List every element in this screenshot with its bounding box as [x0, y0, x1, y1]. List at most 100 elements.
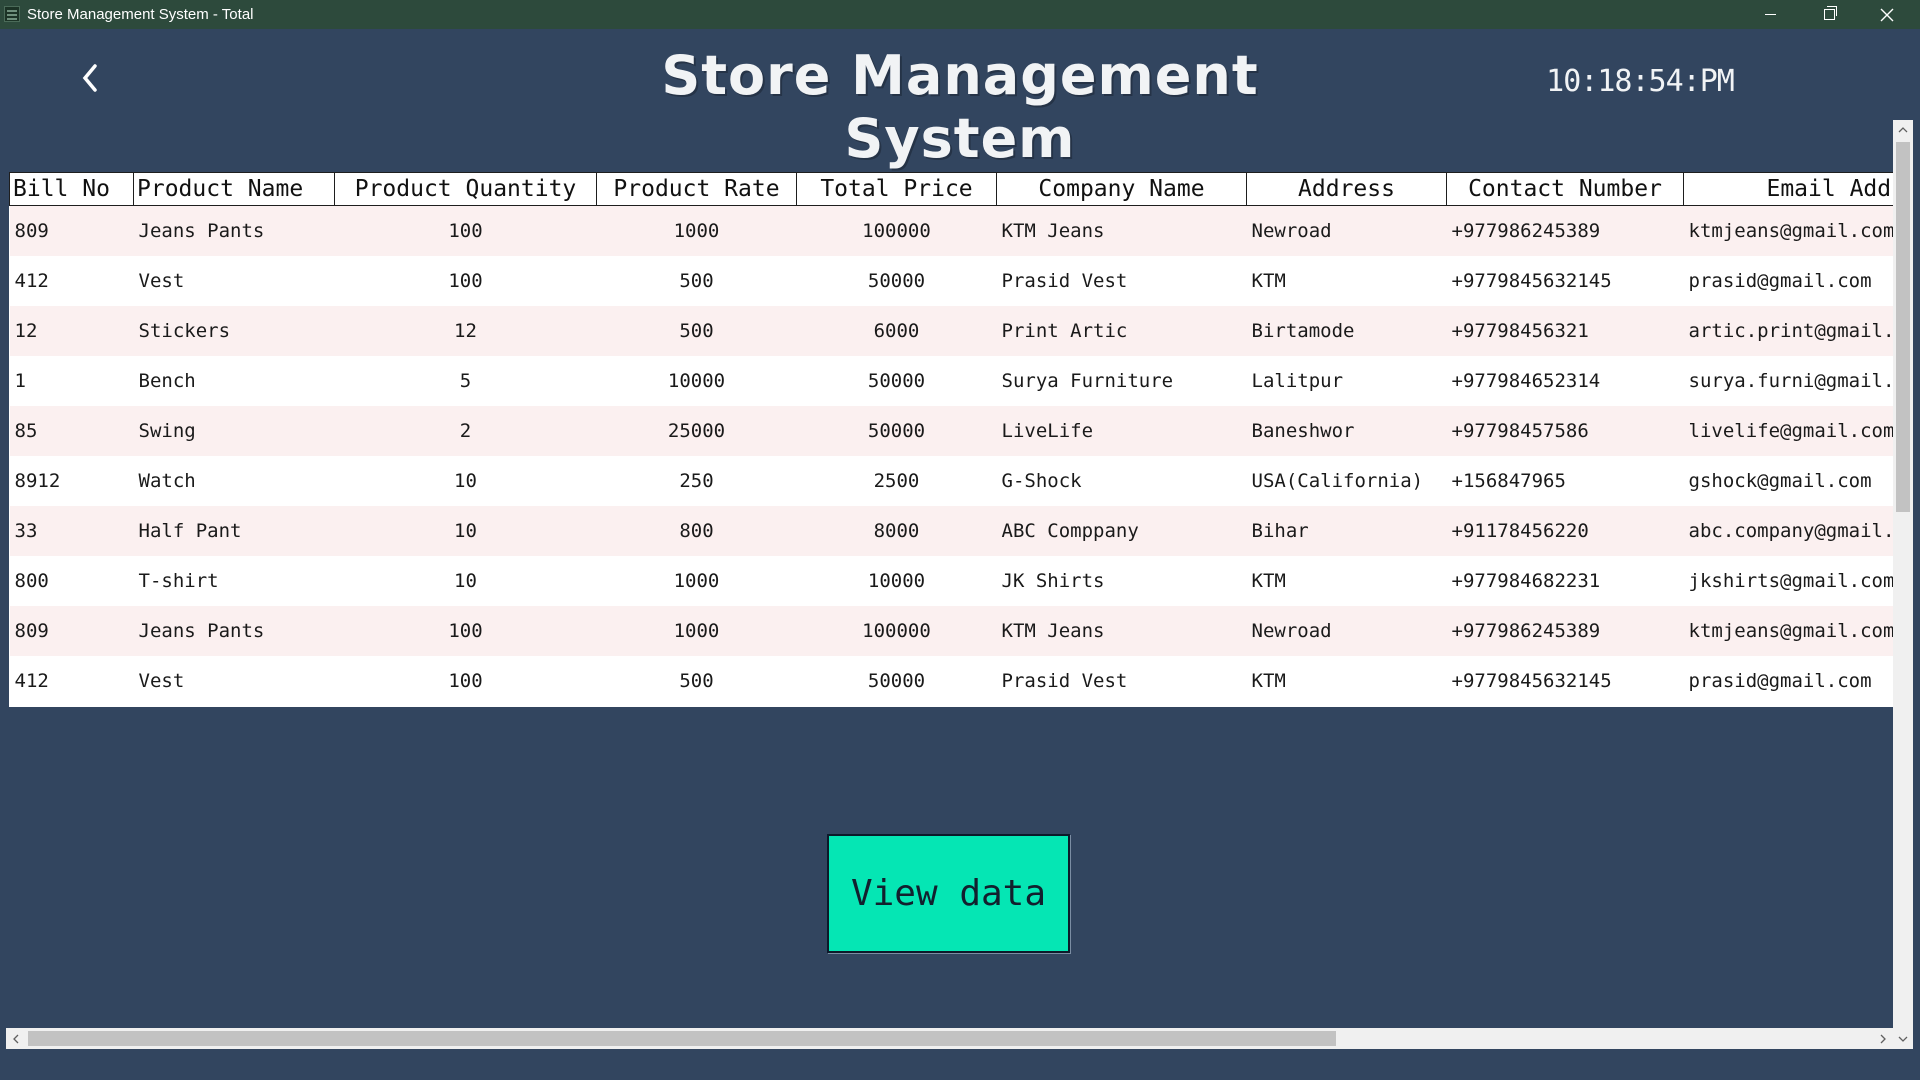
table-cell: Swing [133, 406, 335, 456]
horizontal-scroll-thumb[interactable] [28, 1031, 1336, 1046]
column-header[interactable]: Address [1246, 172, 1447, 206]
table-cell: 10000 [796, 556, 997, 606]
maximize-button[interactable] [1800, 0, 1858, 29]
table-cell: 50000 [796, 656, 997, 706]
table-cell: ktmjeans@gmail.com [1683, 205, 1893, 256]
table-row[interactable]: 412 Vest 100 500 50000 Prasid Vest KTM +9779845… [9, 256, 1893, 306]
table-cell: Prasid Vest [996, 256, 1247, 306]
table-row[interactable]: 85 Swing 2 25000 50000 LiveLife Baneshwor +9779… [9, 406, 1893, 456]
table-cell: 1000 [596, 556, 797, 606]
table-cell: 85 [9, 406, 134, 456]
view-data-button[interactable]: View data [827, 834, 1070, 953]
table-row[interactable]: 809 Jeans Pants 100 1000 100000 KTM Jeans Newr… [9, 606, 1893, 656]
back-button[interactable] [70, 58, 110, 98]
table-cell: 50000 [796, 406, 997, 456]
table-cell: 100000 [796, 606, 997, 656]
table-row[interactable]: 800 T-shirt 10 1000 10000 JK Shirts KTM +977984… [9, 556, 1893, 606]
column-header[interactable]: Total Price [796, 172, 997, 206]
table-cell: KTM [1246, 556, 1447, 606]
table-cell: 10 [334, 556, 597, 606]
vertical-scrollbar[interactable] [1893, 120, 1913, 1049]
close-icon [1880, 8, 1894, 21]
scroll-up-button[interactable] [1893, 120, 1913, 140]
table-cell: 1000 [596, 606, 797, 656]
scroll-right-button[interactable] [1873, 1028, 1893, 1049]
chevron-up-icon [1898, 127, 1908, 133]
records-table-container: Bill No Product Name Product Quantity Produ… [9, 172, 1893, 707]
table-cell: surya.furni@gmail.com [1683, 356, 1893, 406]
table-cell: Jeans Pants [133, 205, 335, 256]
column-header[interactable]: Company Name [996, 172, 1247, 206]
table-cell: Baneshwor [1246, 406, 1447, 456]
table-row[interactable]: 809 Jeans Pants 100 1000 100000 KTM Jeans Newr… [9, 205, 1893, 256]
table-row[interactable]: 412 Vest 100 500 50000 Prasid Vest KTM +9779845… [9, 656, 1893, 706]
table-row[interactable]: 1 Bench 5 10000 50000 Surya Furniture Lalitpur… [9, 356, 1893, 406]
table-cell: 10 [334, 456, 597, 506]
table-cell: Half Pant [133, 506, 335, 556]
table-cell: 12 [9, 306, 134, 356]
table-cell: gshock@gmail.com [1683, 456, 1893, 506]
table-cell: artic.print@gmail.com [1683, 306, 1893, 356]
table-cell: +977984652314 [1446, 356, 1684, 406]
table-cell: Stickers [133, 306, 335, 356]
table-cell: 33 [9, 506, 134, 556]
chevron-left-icon [82, 64, 97, 92]
table-cell: 100 [334, 606, 597, 656]
table-cell: Prasid Vest [996, 656, 1247, 706]
table-cell: 50000 [796, 356, 997, 406]
minimize-icon [1764, 14, 1776, 15]
minimize-button[interactable] [1741, 0, 1799, 29]
table-cell: KTM [1246, 656, 1447, 706]
column-header[interactable]: Product Name [133, 172, 335, 206]
table-header: Bill No Product Name Product Quantity Produ… [9, 172, 1893, 206]
table-cell: 100 [334, 256, 597, 306]
table-cell: USA(California) [1246, 456, 1447, 506]
window-titlebar: Store Management System - Total [0, 0, 1920, 29]
table-cell: 100 [334, 656, 597, 706]
column-header[interactable]: Product Quantity [334, 172, 597, 206]
column-header[interactable]: Contact Number [1446, 172, 1684, 206]
table-cell: Watch [133, 456, 335, 506]
table-body: 809 Jeans Pants 100 1000 100000 KTM Jeans Newr… [9, 205, 1893, 706]
table-cell: 1 [9, 356, 134, 406]
column-header[interactable]: Product Rate [596, 172, 797, 206]
table-cell: +97798456321 [1446, 306, 1684, 356]
table-cell: +156847965 [1446, 456, 1684, 506]
table-cell: KTM Jeans [996, 205, 1247, 256]
table-cell: Bihar [1246, 506, 1447, 556]
table-cell: 8000 [796, 506, 997, 556]
table-cell: 412 [9, 656, 134, 706]
table-row[interactable]: 12 Stickers 12 500 6000 Print Artic Birtamode +… [9, 306, 1893, 356]
table-cell: +9779845632145 [1446, 256, 1684, 306]
table-cell: 6000 [796, 306, 997, 356]
chevron-right-icon [1880, 1034, 1886, 1043]
table-row[interactable]: 8912 Watch 10 250 2500 G-Shock USA(California)… [9, 456, 1893, 506]
table-row[interactable]: 33 Half Pant 10 800 8000 ABC Comppany Bihar +91… [9, 506, 1893, 556]
table-cell: Vest [133, 256, 335, 306]
table-cell: 500 [596, 656, 797, 706]
table-cell: +977984682231 [1446, 556, 1684, 606]
table-cell: 100000 [796, 205, 997, 256]
close-button[interactable] [1858, 0, 1916, 29]
app-window-icon [4, 6, 20, 22]
table-cell: livelife@gmail.com [1683, 406, 1893, 456]
table-cell: 500 [596, 256, 797, 306]
table-cell: KTM [1246, 256, 1447, 306]
horizontal-scrollbar[interactable] [6, 1028, 1893, 1049]
table-cell: 800 [9, 556, 134, 606]
chevron-left-small-icon [13, 1034, 19, 1043]
restore-icon [1823, 6, 1837, 20]
column-header[interactable]: Email Address [1683, 172, 1893, 206]
table-cell: 100 [334, 205, 597, 256]
table-cell: T-shirt [133, 556, 335, 606]
table-cell: Newroad [1246, 606, 1447, 656]
column-header[interactable]: Bill No [9, 172, 134, 206]
table-cell: +9779845632145 [1446, 656, 1684, 706]
scroll-down-button[interactable] [1893, 1029, 1913, 1049]
table-cell: 250 [596, 456, 797, 506]
scroll-left-button[interactable] [6, 1028, 26, 1049]
table-cell: Jeans Pants [133, 606, 335, 656]
vertical-scroll-thumb[interactable] [1896, 142, 1910, 512]
table-cell: Bench [133, 356, 335, 406]
table-cell: Lalitpur [1246, 356, 1447, 406]
